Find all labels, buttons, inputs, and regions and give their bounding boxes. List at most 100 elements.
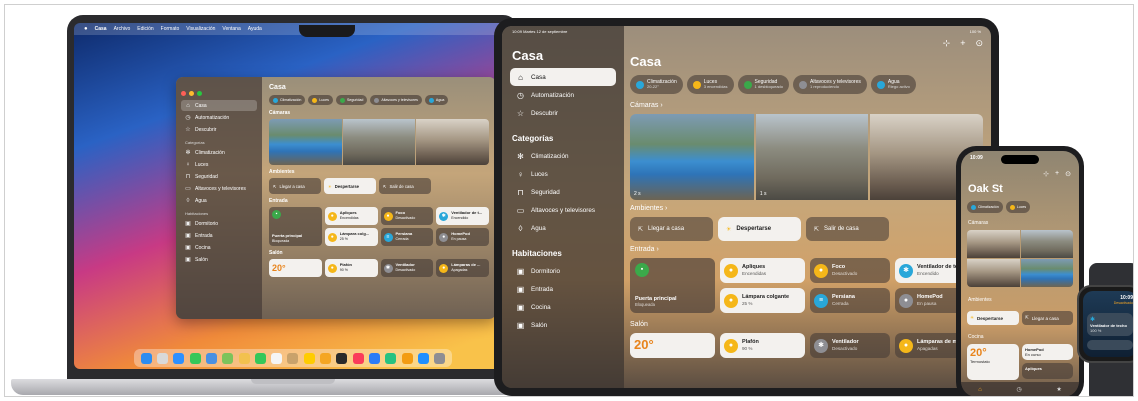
waveform-icon[interactable]: ⊹ (943, 38, 951, 49)
sidebar-item-entrada[interactable]: ▣ Entrada (510, 280, 616, 298)
tile-thermostat[interactable]: 20° (630, 333, 715, 358)
tile-ventilador-salon[interactable]: ✱ Ventilador Desactivado (810, 333, 890, 358)
camera-room[interactable] (416, 119, 489, 165)
tab-star-icon[interactable]: ★ (1056, 386, 1061, 393)
menu-casa[interactable]: Casa (95, 26, 107, 32)
camera-yard[interactable] (1020, 230, 1073, 258)
sidebar-item-luces[interactable]: ♀ Luces (181, 159, 257, 170)
mail-icon[interactable] (205, 352, 217, 364)
sidebar-item-casa[interactable]: ⌂ Casa (510, 68, 616, 86)
scene-salir[interactable]: ⇱ Salir de casa (806, 217, 889, 241)
sidebar-item-climatizacion[interactable]: ✻ Climatización (510, 147, 616, 165)
camera-room[interactable] (967, 230, 1020, 258)
menu-archivo[interactable]: Archivo (114, 26, 131, 32)
scene-llegar[interactable]: ⇱ Llegar a casa (269, 178, 321, 194)
sidebar-item-descubrir[interactable]: ☆ Descubrir (181, 124, 257, 135)
more-icon[interactable]: ⊙ (1065, 170, 1071, 178)
section-cocina[interactable]: Cocina (968, 334, 984, 340)
photos-icon[interactable] (238, 352, 250, 364)
chip-luces[interactable]: Luces (1005, 201, 1031, 213)
home-icon[interactable] (320, 352, 332, 364)
sidebar-item-luces[interactable]: ♀ Luces (510, 165, 616, 183)
notes-icon[interactable] (303, 352, 315, 364)
finder-icon[interactable] (140, 352, 152, 364)
section-ambientes[interactable]: Ambientes (968, 297, 992, 303)
chip-climatizacion[interactable]: Climatización (269, 95, 306, 105)
tile-lamparas[interactable]: ● Lámparas de ... Apagadas (436, 259, 489, 277)
tile-homepod[interactable]: HomePod En curso (1022, 344, 1073, 360)
pages-icon[interactable] (401, 352, 413, 364)
chip-altavoces[interactable]: Altavoces y televisores (370, 95, 422, 105)
zoom-button[interactable] (197, 91, 202, 96)
menu-visualizacion[interactable]: Visualización (186, 26, 215, 32)
tile-ventilador[interactable]: ✱ Ventilador de t... Encendido (436, 207, 489, 225)
sidebar-item-seguridad[interactable]: ⊓ Seguridad (510, 183, 616, 201)
section-camaras[interactable]: Cámaras › (630, 102, 983, 109)
sidebar-item-agua[interactable]: ◊ Agua (510, 219, 616, 237)
scene-llegar[interactable]: ⇱ Llegar a casa (630, 217, 713, 241)
scene-salir[interactable]: ⇱ Salir de casa (379, 178, 431, 194)
chip-luces[interactable]: Luces 3 encendidas (686, 75, 734, 94)
sidebar-item-salon[interactable]: ▣ Salón (181, 254, 257, 265)
sidebar-item-altavoces[interactable]: ▭ Altavoces y televisores (510, 201, 616, 219)
tile-homepod[interactable]: ● HomePod En pausa (436, 228, 489, 246)
maps-icon[interactable] (222, 352, 234, 364)
sidebar-item-cocina[interactable]: ▣ Cocina (510, 298, 616, 316)
sidebar-item-descubrir[interactable]: ☆ Descubrir (510, 104, 616, 122)
sidebar-item-climatizacion[interactable]: ✻ Climatización (181, 147, 257, 158)
tv-app-icon[interactable] (336, 352, 348, 364)
messages-icon[interactable] (189, 352, 201, 364)
chip-agua[interactable]: Agua (424, 95, 449, 105)
close-button[interactable] (181, 91, 186, 96)
tile-persiana[interactable]: ≡ Persiana Cerrada (810, 288, 890, 313)
watch-fan-card[interactable]: ✱ Ventilador de techo 100 % (1087, 313, 1133, 336)
tile-plafon[interactable]: ● Plafón 90 % (324, 259, 378, 277)
scene-despertarse[interactable]: ☀ Despertarse (718, 217, 801, 241)
menu-ayuda[interactable]: Ayuda (248, 26, 262, 32)
menu-edicion[interactable]: Edición (137, 26, 153, 32)
tile-persiana[interactable]: ≡ Persiana Cerrada (380, 228, 434, 246)
sidebar-item-dormitorio[interactable]: ▣ Dormitorio (510, 262, 616, 280)
tile-door[interactable]: ▪ Puerta principal Bloqueada (630, 258, 715, 313)
sidebar-item-seguridad[interactable]: ⊓ Seguridad (181, 171, 257, 182)
tile-lampara[interactable]: ● Lámpara colgante 25 % (720, 288, 805, 313)
camera-pool[interactable] (1020, 259, 1073, 287)
camera-living[interactable] (967, 259, 1020, 287)
sidebar-item-agua[interactable]: ◊ Agua (181, 195, 257, 206)
chip-altavoces[interactable]: Altavoces y televisores 1 reproduciendo (793, 75, 867, 94)
safari-icon[interactable] (173, 352, 185, 364)
watch-action-button[interactable] (1087, 340, 1133, 350)
tile-thermostat[interactable]: 20° Termostato (967, 344, 1019, 380)
tile-foco[interactable]: ● Foco Desactivado (380, 207, 434, 225)
tab-clock-icon[interactable]: ◷ (1016, 386, 1021, 393)
section-entrada[interactable]: Entrada › (630, 246, 983, 253)
tile-apliques[interactable]: Apliques (1022, 363, 1073, 379)
camera-pool[interactable]: 2 s (630, 114, 754, 200)
chip-luces[interactable]: Luces (308, 95, 333, 105)
more-icon[interactable]: ⊙ (975, 38, 983, 49)
chip-seguridad[interactable]: Seguridad 1 desbloqueado (737, 75, 790, 94)
sidebar-item-altavoces[interactable]: ▭ Altavoces y televisores (181, 183, 257, 194)
chip-climatizacion[interactable]: Climatización 20-22° (630, 75, 683, 94)
tile-door[interactable]: ▪ Puerta principal Bloqueada (269, 207, 322, 246)
settings-icon[interactable] (434, 352, 446, 364)
sidebar-item-automatizacion[interactable]: ◷ Automatización (510, 86, 616, 104)
sidebar-item-salon[interactable]: ▣ Salón (510, 316, 616, 334)
scene-despertarse[interactable]: ☀ Despertarse (324, 178, 376, 194)
tile-apliques[interactable]: ● Apliques Encendidas (720, 258, 805, 283)
apple-logo-icon[interactable]: ● (84, 26, 88, 32)
launchpad-icon[interactable] (156, 352, 168, 364)
appstore-icon[interactable] (417, 352, 429, 364)
add-icon[interactable]: + (1055, 170, 1059, 178)
chip-seguridad[interactable]: Seguridad (335, 95, 368, 105)
sidebar-item-dormitorio[interactable]: ▣ Dormitorio (181, 218, 257, 229)
tile-ventilador-salon[interactable]: ✱ Ventilador Desactivado (380, 259, 434, 277)
tab-house-icon[interactable]: ⌂ (978, 387, 982, 393)
tile-foco[interactable]: ● Foco Desactivado (810, 258, 890, 283)
chip-climatizacion[interactable]: Climatización (967, 201, 1003, 213)
sidebar-item-entrada[interactable]: ▣ Entrada (181, 230, 257, 241)
camera-pool[interactable] (269, 119, 342, 165)
menu-formato[interactable]: Formato (161, 26, 180, 32)
waveform-icon[interactable]: ⊹ (1043, 170, 1049, 178)
chip-agua[interactable]: Agua Riego activo (870, 75, 916, 94)
